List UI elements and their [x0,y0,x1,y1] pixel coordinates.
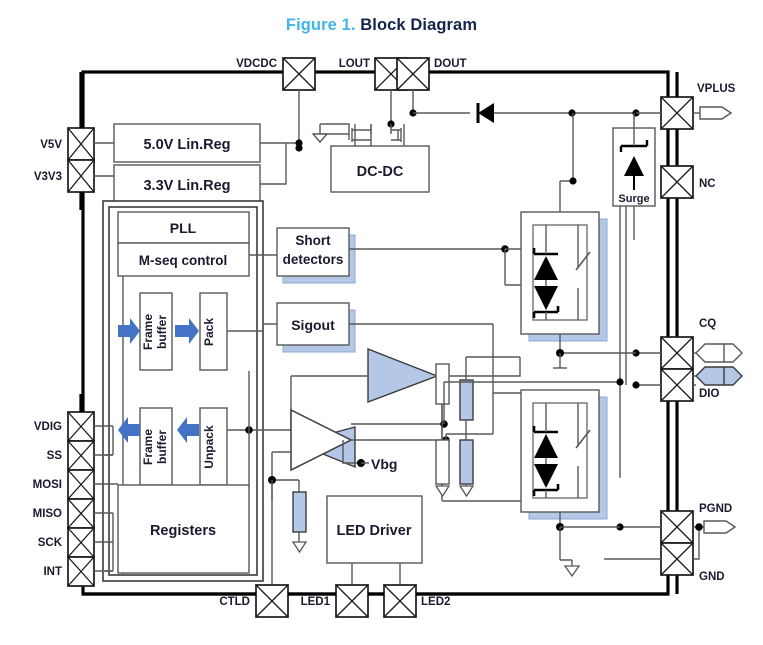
connector-vplus [699,106,733,120]
pin-label-lout: LOUT [339,58,370,70]
comparator [290,408,356,472]
output-stage-lower [520,389,608,520]
pin-label-v5v: V5V [40,139,62,151]
pin-pad-v3v3 [67,159,95,193]
block-frame-buffer-tx: Frame buffer [139,292,173,371]
pin-label-ss: SS [47,450,63,462]
block-linreg-5v: 5.0V Lin.Reg [113,123,261,163]
block-label-frame-buffer-rx-1: Frame [141,429,155,465]
mosfet-pair-dcdc [311,123,405,146]
pin-pad-vdig [67,411,95,442]
block-frame-buffer-rx: Frame buffer [139,407,173,486]
block-label-frame-buffer-rx-2: buffer [155,430,169,464]
pin-label-nc: NC [699,178,716,190]
block-registers: Registers [117,484,250,574]
block-sigout: Sigout [276,302,356,353]
pin-pad-ctld [255,584,289,618]
pin-pad-ss [67,440,95,471]
block-linreg-3v3: 3.3V Lin.Reg [113,164,261,204]
pin-label-ctld: CTLD [219,596,250,608]
block-label-frame-buffer-tx-1: Frame [141,314,155,350]
junction-dot [695,523,703,531]
pin-pad-sck [67,527,95,558]
pin-label-led1: LED1 [301,596,331,608]
block-label-led-driver: LED Driver [337,523,412,539]
pin-pad-dio [660,368,694,402]
pin-pad-cq [660,336,694,370]
pin-label-mosi: MOSI [33,479,62,491]
connector-gnd [703,520,737,534]
label-vbg: Vbg [371,456,397,472]
junction-dot [295,139,303,147]
pin-label-int: INT [43,566,62,578]
block-label-short-detectors-2: detectors [283,252,344,267]
connector-cq [695,343,743,363]
pin-label-v3v3: V3V3 [34,171,62,183]
block-surge: Surge [612,113,656,207]
block-dcdc: DC-DC [330,145,430,193]
pin-label-vplus: VPLUS [697,83,736,95]
block-pll: PLL [117,211,250,244]
block-label-linreg-3v3: 3.3V Lin.Reg [143,178,230,194]
pin-label-dout: DOUT [434,58,467,70]
block-short-detectors: Short detectors [276,227,356,284]
block-label-dcdc: DC-DC [357,164,404,180]
pin-label-vdcdc: VDCDC [236,58,277,70]
pin-label-vdig: VDIG [34,421,62,433]
ground-symbol [311,133,329,144]
pin-pad-dout [396,57,430,91]
block-label-surge: Surge [618,193,649,205]
block-label-mseq: M-seq control [139,253,228,268]
block-label-registers: Registers [150,523,216,539]
resistor-bias-led [291,491,308,554]
pin-pad-v5v [67,127,95,161]
pin-pad-nc [660,165,694,199]
block-label-linreg-5v: 5.0V Lin.Reg [143,137,230,153]
pin-label-sck: SCK [38,537,63,549]
block-label-pll: PLL [170,220,197,236]
pin-label-gnd: GND [699,571,725,583]
block-label-sigout: Sigout [291,317,335,333]
block-mseq-control: M-seq control [117,242,250,277]
driver-amplifier [367,347,439,404]
pin-label-miso: MISO [33,508,62,520]
block-label-short-detectors-1: Short [295,233,331,248]
pin-pad-vdcdc [282,57,316,91]
block-label-frame-buffer-tx-2: buffer [155,315,169,349]
diode-reverse-protect [476,103,494,123]
pin-pad-vplus [660,96,694,130]
output-stage-upper [520,211,608,342]
block-led-driver: LED Driver [326,495,423,564]
junction-dot [632,381,640,389]
block-unpack: Unpack [199,407,228,486]
pin-pad-mosi [67,469,95,500]
block-diagram-page: Figure 1. Block Diagram .wire{stroke:#59… [0,0,763,645]
pin-pad-led1 [335,584,369,618]
junction-dot [568,109,576,117]
pin-pad-miso [67,498,95,529]
pin-pad-int [67,556,95,587]
block-label-pack: Pack [202,318,216,346]
ground-symbol [563,565,581,578]
pin-pad-gnd [660,542,694,576]
diagram-canvas: .wire{stroke:#595959;stroke-width:1.4;fi… [33,57,743,618]
junction-dot [569,177,577,185]
pin-label-led2: LED2 [421,596,450,608]
block-label-unpack: Unpack [202,425,216,469]
junction-dot [616,378,624,386]
pin-label-dio: DIO [699,388,720,400]
pin-label-cq: CQ [699,318,716,330]
pin-label-pgnd: PGND [699,503,732,515]
connector-dio [695,366,743,386]
pin-pad-led2 [383,584,417,618]
pin-pad-pgnd [660,510,694,544]
block-pack: Pack [199,292,228,371]
